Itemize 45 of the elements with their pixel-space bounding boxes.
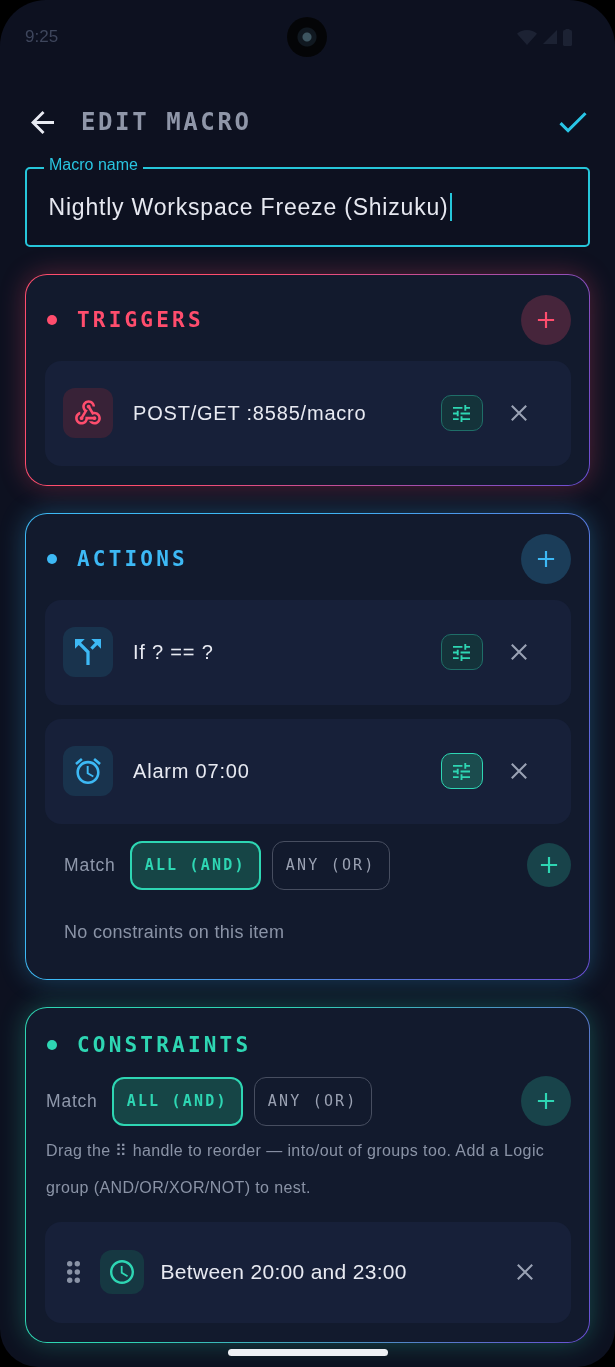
sliders-icon [453, 404, 470, 422]
close-icon[interactable] [509, 762, 528, 780]
section-title: ACTIONS [77, 546, 188, 571]
webhook-icon [63, 388, 113, 438]
close-icon[interactable] [515, 1263, 534, 1281]
screen-title: EDIT MACRO [81, 108, 253, 136]
plus-icon [536, 1092, 555, 1110]
text-cursor-icon [449, 193, 453, 221]
match-option[interactable]: ALL (AND) [111, 1076, 243, 1126]
camera-cutout [287, 17, 327, 57]
check-icon[interactable] [559, 111, 587, 133]
status-time: 9:25 [25, 27, 59, 47]
item-label: Between 20:00 and 23:00 [160, 1260, 408, 1284]
close-icon[interactable] [509, 643, 528, 661]
sliders-icon [453, 762, 470, 780]
empty-state-text: No constraints on this item [64, 921, 286, 944]
clock-icon [99, 1250, 144, 1294]
match-option[interactable]: ANY (OR) [253, 1076, 372, 1126]
match-option[interactable]: ALL (AND) [129, 840, 261, 890]
item-card[interactable]: If ? == ? [44, 599, 571, 705]
match-label: Match [46, 1090, 98, 1112]
match-option[interactable]: ANY (OR) [271, 840, 390, 890]
add-button[interactable] [526, 843, 571, 887]
plus-icon [539, 856, 558, 874]
options-button[interactable] [440, 634, 483, 670]
back-icon[interactable] [31, 110, 54, 134]
plus-icon [536, 549, 555, 568]
item-label: POST/GET :8585/macro [133, 401, 368, 425]
match-label: Match [64, 854, 116, 876]
item-card[interactable]: POST/GET :8585/macro [44, 360, 571, 466]
plus-icon [536, 310, 555, 329]
section-title: CONSTRAINTS [77, 1033, 252, 1057]
options-button[interactable] [440, 753, 483, 789]
hint-text: Drag the ⠿ handle to reorder — into/out of groups too. Add a Logic group (AND/OR/XOR/NOT) to nest. [45, 1140, 546, 1198]
item-card[interactable]: Between 20:00 and 23:00 [44, 1221, 571, 1323]
item-card[interactable]: Alarm 07:00 [44, 718, 571, 824]
close-icon[interactable] [509, 404, 528, 422]
alarm-clock-icon [63, 746, 113, 796]
item-label: Alarm 07:00 [133, 759, 251, 783]
drag-handle-icon[interactable] [66, 1261, 80, 1283]
sliders-icon [453, 643, 470, 661]
section-title: TRIGGERS [77, 307, 204, 332]
options-button[interactable] [440, 395, 483, 431]
item-label: If ? == ? [133, 640, 215, 664]
add-button[interactable] [520, 1076, 571, 1126]
